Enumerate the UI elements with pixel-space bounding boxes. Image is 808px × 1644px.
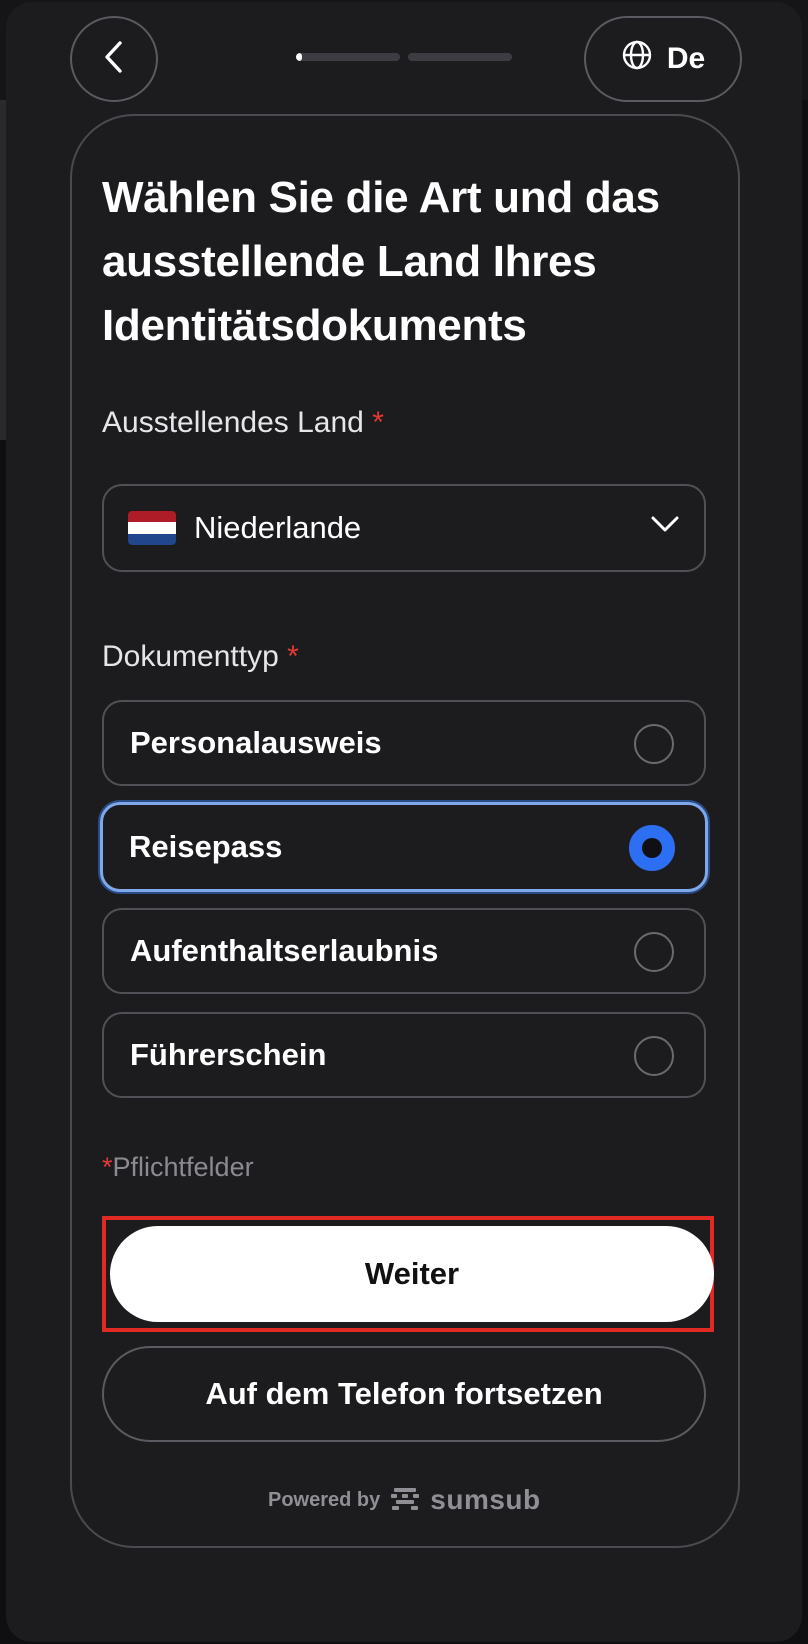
required-mark: * bbox=[102, 1152, 113, 1182]
progress-step-2 bbox=[408, 53, 512, 61]
radio-button[interactable] bbox=[634, 724, 674, 764]
option-aufenthaltserlaubnis[interactable]: Aufenthaltserlaubnis bbox=[102, 908, 706, 994]
option-label: Aufenthaltserlaubnis bbox=[130, 933, 439, 968]
radio-button[interactable] bbox=[634, 932, 674, 972]
country-label-text: Ausstellendes Land bbox=[102, 406, 364, 439]
language-button[interactable]: De bbox=[584, 16, 742, 102]
doctype-label: Dokumenttyp * bbox=[102, 640, 299, 674]
radio-dot bbox=[642, 838, 662, 858]
required-mark: * bbox=[287, 640, 299, 673]
option-label: Personalausweis bbox=[130, 725, 382, 760]
option-label: Reisepass bbox=[129, 829, 283, 864]
page-title: Wählen Sie die Art und das ausstellende … bbox=[102, 173, 660, 350]
country-label: Ausstellendes Land * bbox=[102, 406, 384, 440]
sumsub-logo-icon bbox=[390, 1485, 420, 1516]
option-label: Führerschein bbox=[130, 1037, 327, 1072]
required-note-text: Pflichtfelder bbox=[112, 1152, 254, 1182]
chevron-left-icon bbox=[103, 40, 125, 79]
chevron-down-icon bbox=[650, 514, 680, 539]
required-fields-note: *Pflichtfelder bbox=[102, 1152, 254, 1183]
screen: De Wählen Sie die Art und das ausstellen… bbox=[0, 0, 808, 1644]
powered-by: Powered by sumsub bbox=[268, 1482, 544, 1518]
netherlands-flag-icon bbox=[128, 511, 176, 545]
step-progress bbox=[296, 53, 512, 61]
option-personalausweis[interactable]: Personalausweis bbox=[102, 700, 706, 786]
continue-button[interactable]: Weiter bbox=[110, 1226, 714, 1322]
country-value: Niederlande bbox=[194, 510, 362, 545]
required-mark: * bbox=[372, 406, 384, 439]
globe-icon bbox=[621, 39, 653, 79]
progress-step-1 bbox=[296, 53, 400, 61]
country-select[interactable]: Niederlande bbox=[102, 484, 706, 572]
sumsub-brand: sumsub bbox=[430, 1484, 541, 1515]
doctype-label-text: Dokumenttyp bbox=[102, 640, 279, 673]
highlight-box: Weiter bbox=[102, 1216, 714, 1332]
radio-button-selected[interactable] bbox=[629, 825, 675, 871]
option-fuehrerschein[interactable]: Führerschein bbox=[102, 1012, 706, 1098]
powered-by-text: Powered by bbox=[268, 1488, 381, 1511]
language-label: De bbox=[666, 42, 706, 75]
back-button[interactable] bbox=[70, 16, 158, 102]
radio-button[interactable] bbox=[634, 1036, 674, 1076]
continue-on-phone-button[interactable]: Auf dem Telefon fortsetzen bbox=[102, 1346, 706, 1442]
option-reisepass[interactable]: Reisepass bbox=[100, 802, 708, 892]
